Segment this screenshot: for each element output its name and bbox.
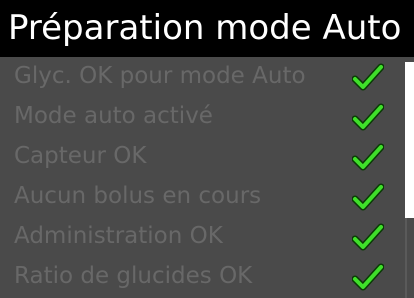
page-title: Préparation mode Auto [0, 0, 414, 57]
checklist-item-glycemia: Glyc. OK pour mode Auto [0, 57, 404, 97]
checklist-item-carb-ratio: Ratio de glucides OK [0, 257, 404, 297]
check-icon [352, 103, 384, 131]
checklist-item-label: Glyc. OK pour mode Auto [14, 63, 306, 89]
check-icon [352, 183, 384, 211]
check-icon [352, 143, 384, 171]
check-icon [352, 263, 384, 291]
check-icon [352, 63, 384, 91]
checklist-item-administration: Administration OK [0, 217, 404, 257]
check-icon [352, 223, 384, 251]
checklist-item-bolus: Aucun bolus en cours [0, 177, 404, 217]
checklist-item-label: Mode auto activé [14, 103, 213, 129]
checklist-item-label: Capteur OK [14, 143, 147, 169]
checklist-item-label: Administration OK [14, 223, 223, 249]
checklist-item-auto-mode: Mode auto activé [0, 97, 404, 137]
checklist-item-label: Ratio de glucides OK [14, 263, 253, 289]
checklist-item-label: Aucun bolus en cours [14, 183, 262, 209]
scrollbar-track [405, 218, 407, 298]
checklist: Glyc. OK pour mode Auto Mode auto activé… [0, 57, 404, 298]
scrollbar-thumb[interactable] [405, 62, 414, 218]
checklist-item-sensor: Capteur OK [0, 137, 404, 177]
